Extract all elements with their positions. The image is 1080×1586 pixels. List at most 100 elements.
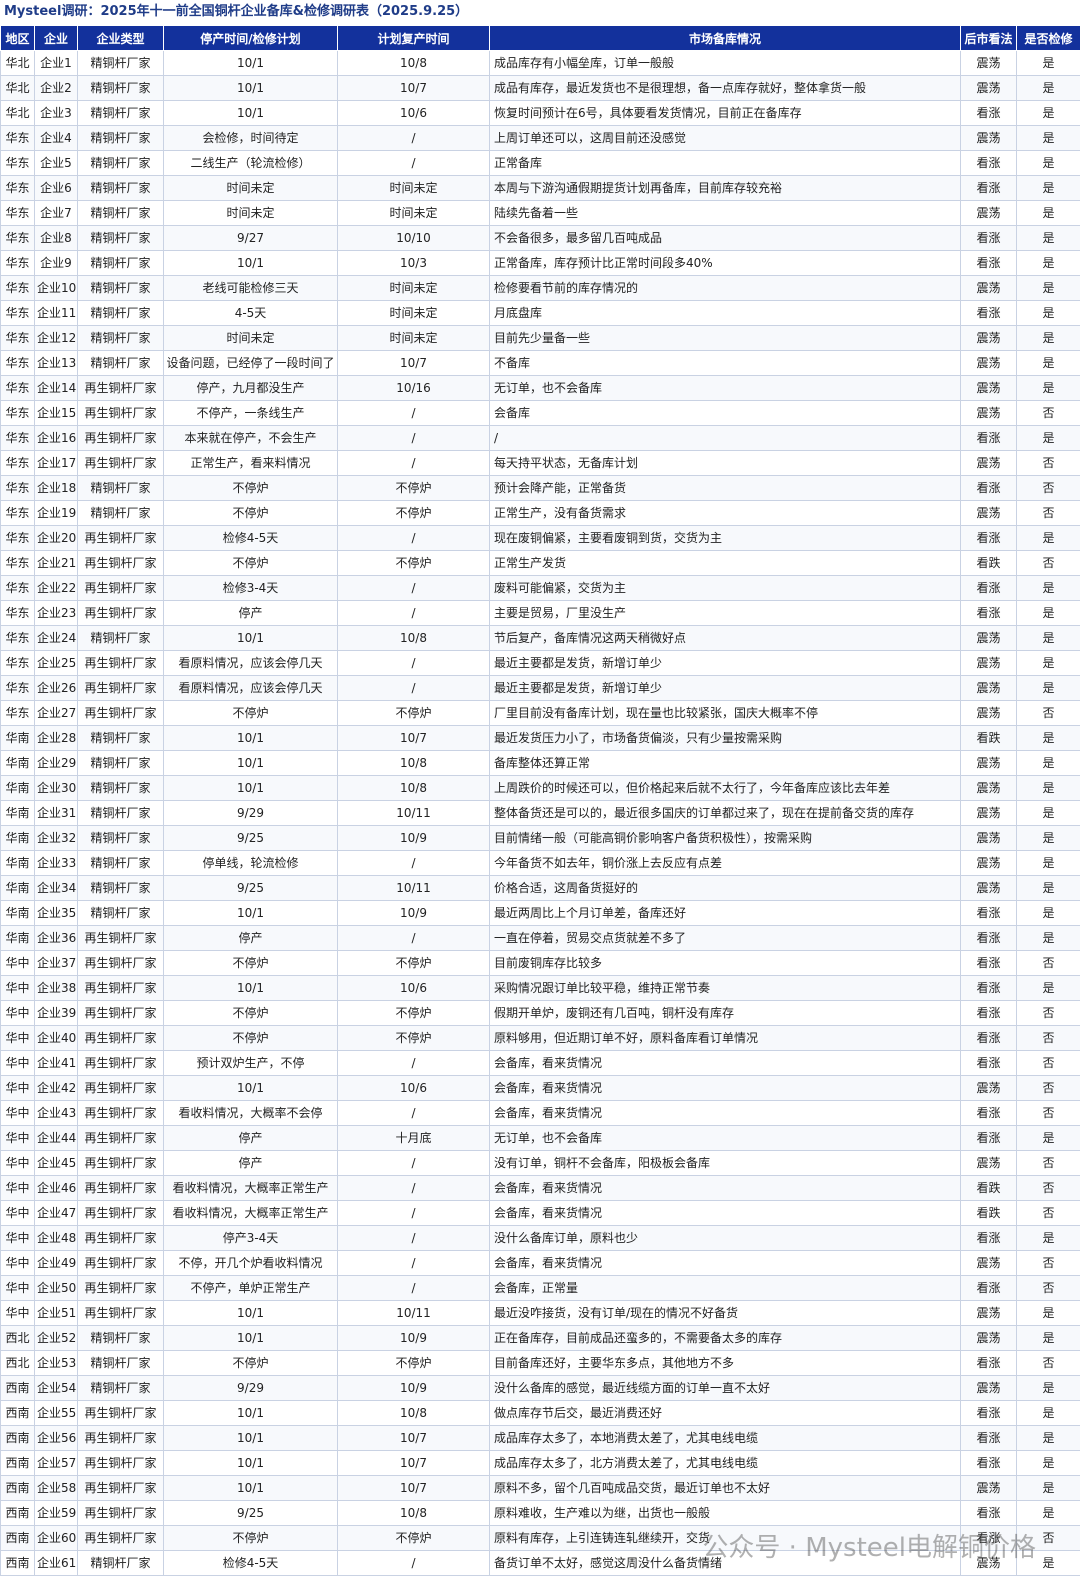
table-row: 华中 企业43 再生铜杆厂家 看收料情况，大概率不会停 / 会备库，看来货情况 看涨否 xyxy=(0,1100,1080,1126)
cell-resume: / xyxy=(337,1250,490,1276)
table-row: 华东 企业21 再生铜杆厂家 不停炉 不停炉 正常生产发货 看跌否 xyxy=(0,550,1080,576)
cell-resume: 10/7 xyxy=(337,725,490,751)
cell-resume: / xyxy=(337,1050,490,1076)
cell-outlook: 看涨 xyxy=(960,1025,1017,1051)
cell-resume: / xyxy=(337,450,490,476)
cell-stock: 不备库 xyxy=(489,350,961,376)
cell-region: 华北 xyxy=(0,100,35,126)
cell-type: 精铜杆厂家 xyxy=(77,800,164,826)
cell-resume: 时间未定 xyxy=(337,175,490,201)
table-row: 华中 企业44 再生铜杆厂家 停产 十月底 无订单，也不会备库 看涨是 xyxy=(0,1125,1080,1151)
cell-type: 再生铜杆厂家 xyxy=(77,1425,164,1451)
cell-stock: 最近两周比上个月订单差，备库还好 xyxy=(489,900,961,926)
cell-type: 精铜杆厂家 xyxy=(77,100,164,126)
cell-company: 企业4 xyxy=(34,125,78,151)
cell-outlook: 看涨 xyxy=(960,1500,1017,1526)
cell-maintenance: 是 xyxy=(1016,875,1080,901)
cell-region: 华东 xyxy=(0,450,35,476)
table-row: 华中 企业37 再生铜杆厂家 不停炉 不停炉 目前废铜库存比较多 看涨否 xyxy=(0,950,1080,976)
cell-shutdown: 不停炉 xyxy=(163,550,338,576)
cell-company: 企业40 xyxy=(34,1025,78,1051)
cell-type: 精铜杆厂家 xyxy=(77,850,164,876)
cell-region: 华中 xyxy=(0,1250,35,1276)
table-row: 西南 企业55 再生铜杆厂家 10/1 10/8 做点库存节后交，最近消费还好 看涨是 xyxy=(0,1400,1080,1426)
table-row: 华南 企业32 精铜杆厂家 9/25 10/9 目前情绪一般（可能高铜价影响客户备货积极性… xyxy=(0,825,1080,851)
cell-type: 精铜杆厂家 xyxy=(77,900,164,926)
cell-stock: 上周跌价的时候还可以，但价格起来后就不太行了，今年备库应该比去年差 xyxy=(489,775,961,801)
cell-resume: 时间未定 xyxy=(337,300,490,326)
cell-stock: 最近没咋接货，没有订单/现在的情况不好备货 xyxy=(489,1300,961,1326)
cell-shutdown: 10/1 xyxy=(163,1325,338,1351)
cell-maintenance: 否 xyxy=(1016,1100,1080,1126)
cell-outlook: 看涨 xyxy=(960,1000,1017,1026)
cell-maintenance: 否 xyxy=(1016,1075,1080,1101)
cell-shutdown: 10/1 xyxy=(163,1075,338,1101)
cell-outlook: 看涨 xyxy=(960,425,1017,451)
cell-region: 华东 xyxy=(0,175,35,201)
cell-shutdown: 不停炉 xyxy=(163,475,338,501)
table-row: 华北 企业3 精铜杆厂家 10/1 10/6 恢复时间预计在6号，具体要看发货情况，目前正… xyxy=(0,100,1080,126)
cell-region: 西南 xyxy=(0,1525,35,1551)
cell-outlook: 震荡 xyxy=(960,1475,1017,1501)
cell-region: 华南 xyxy=(0,850,35,876)
cell-outlook: 震荡 xyxy=(960,375,1017,401)
cell-maintenance: 是 xyxy=(1016,575,1080,601)
cell-region: 华中 xyxy=(0,1100,35,1126)
table-row: 华东 企业12 精铜杆厂家 时间未定 时间未定 目前先少量备一些 震荡是 xyxy=(0,325,1080,351)
cell-region: 西南 xyxy=(0,1375,35,1401)
cell-outlook: 震荡 xyxy=(960,1375,1017,1401)
cell-outlook: 震荡 xyxy=(960,850,1017,876)
table-row: 华南 企业29 精铜杆厂家 10/1 10/8 备库整体还算正常 震荡是 xyxy=(0,750,1080,776)
cell-resume: / xyxy=(337,1275,490,1301)
cell-type: 精铜杆厂家 xyxy=(77,175,164,201)
cell-maintenance: 是 xyxy=(1016,1500,1080,1526)
cell-maintenance: 否 xyxy=(1016,550,1080,576)
cell-outlook: 看涨 xyxy=(960,1450,1017,1476)
cell-company: 企业53 xyxy=(34,1350,78,1376)
cell-outlook: 看涨 xyxy=(960,100,1017,126)
cell-resume: 时间未定 xyxy=(337,200,490,226)
cell-company: 企业9 xyxy=(34,250,78,276)
cell-stock: 正常生产发货 xyxy=(489,550,961,576)
cell-region: 华北 xyxy=(0,50,35,76)
cell-maintenance: 是 xyxy=(1016,1225,1080,1251)
cell-maintenance: 是 xyxy=(1016,900,1080,926)
cell-maintenance: 是 xyxy=(1016,775,1080,801)
cell-region: 华东 xyxy=(0,200,35,226)
cell-shutdown: 9/29 xyxy=(163,1375,338,1401)
table-row: 华中 企业41 再生铜杆厂家 预计双炉生产，不停 / 会备库，看来货情况 看涨否 xyxy=(0,1050,1080,1076)
table-row: 华东 企业5 精铜杆厂家 二线生产（轮流检修） / 正常备库 看涨是 xyxy=(0,150,1080,176)
cell-type: 再生铜杆厂家 xyxy=(77,675,164,701)
cell-stock: 无订单，也不会备库 xyxy=(489,375,961,401)
cell-maintenance: 是 xyxy=(1016,1375,1080,1401)
table-row: 华南 企业30 精铜杆厂家 10/1 10/8 上周跌价的时候还可以，但价格起来后就不太行… xyxy=(0,775,1080,801)
cell-shutdown: 10/1 xyxy=(163,50,338,76)
cell-shutdown: 时间未定 xyxy=(163,325,338,351)
cell-shutdown: 10/1 xyxy=(163,1300,338,1326)
cell-region: 华东 xyxy=(0,575,35,601)
cell-maintenance: 是 xyxy=(1016,725,1080,751)
cell-region: 华东 xyxy=(0,600,35,626)
cell-company: 企业35 xyxy=(34,900,78,926)
cell-resume: 十月底 xyxy=(337,1125,490,1151)
cell-type: 精铜杆厂家 xyxy=(77,475,164,501)
cell-stock: 最近主要都是发货，新增订单少 xyxy=(489,650,961,676)
table-row: 华北 企业2 精铜杆厂家 10/1 10/7 成品有库存，最近发货也不是很理想，备一点库存… xyxy=(0,75,1080,101)
cell-region: 西南 xyxy=(0,1550,35,1576)
cell-shutdown: 10/1 xyxy=(163,900,338,926)
table-row: 西北 企业53 精铜杆厂家 不停炉 不停炉 目前备库还好，主要华东多点，其他地方不多 看涨否 xyxy=(0,1350,1080,1376)
cell-region: 西南 xyxy=(0,1450,35,1476)
cell-shutdown: 10/1 xyxy=(163,1425,338,1451)
cell-shutdown: 二线生产（轮流检修） xyxy=(163,150,338,176)
cell-region: 西南 xyxy=(0,1400,35,1426)
cell-type: 再生铜杆厂家 xyxy=(77,600,164,626)
cell-outlook: 震荡 xyxy=(960,625,1017,651)
table-row: 西南 企业56 再生铜杆厂家 10/1 10/7 成品库存太多了，本地消费太差了，尤其电线… xyxy=(0,1425,1080,1451)
table-row: 华东 企业16 再生铜杆厂家 本来就在停产，不会生产 / / 看涨是 xyxy=(0,425,1080,451)
cell-outlook: 震荡 xyxy=(960,1150,1017,1176)
cell-stock: 目前情绪一般（可能高铜价影响客户备货积极性），按需采购 xyxy=(489,825,961,851)
cell-stock: 会备库，看来货情况 xyxy=(489,1250,961,1276)
cell-maintenance: 是 xyxy=(1016,750,1080,776)
cell-stock: 会备库，看来货情况 xyxy=(489,1175,961,1201)
cell-outlook: 看涨 xyxy=(960,150,1017,176)
